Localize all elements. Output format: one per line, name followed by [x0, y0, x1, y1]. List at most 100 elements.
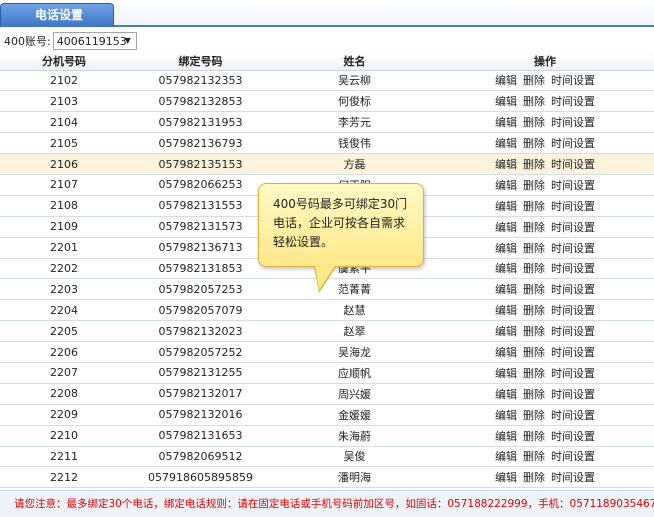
cell-name: 赵慧: [273, 299, 436, 322]
tab-phone-settings[interactable]: 电话设置: [0, 3, 114, 27]
cell-name: 吴云柳: [273, 70, 436, 92]
cell-name: 范菁菁: [273, 278, 436, 301]
time-settings-link[interactable]: 时间设置: [551, 221, 595, 234]
delete-link[interactable]: 删除: [523, 262, 545, 275]
account-select[interactable]: 4006119153 ▼: [52, 32, 137, 50]
delete-link[interactable]: 删除: [523, 367, 545, 380]
time-settings-link[interactable]: 时间设置: [551, 409, 595, 422]
delete-link[interactable]: 删除: [523, 471, 545, 484]
cell-name: 朱海蔚: [273, 425, 436, 447]
delete-link[interactable]: 删除: [523, 74, 545, 87]
edit-link[interactable]: 编辑: [495, 262, 517, 275]
tooltip-line-3: 轻松设置。: [273, 235, 334, 249]
cell-actions: 编辑 删除 时间设置: [436, 237, 654, 259]
edit-link[interactable]: 编辑: [495, 137, 517, 150]
delete-link[interactable]: 删除: [523, 158, 545, 171]
delete-link[interactable]: 删除: [523, 221, 545, 234]
time-settings-link[interactable]: 时间设置: [551, 116, 595, 129]
edit-link[interactable]: 编辑: [495, 242, 517, 255]
edit-link[interactable]: 编辑: [495, 346, 517, 359]
cell-actions: 编辑 删除 时间设置: [436, 278, 654, 301]
cell-bound-number: 057982132853: [128, 90, 273, 113]
edit-link[interactable]: 编辑: [495, 409, 517, 422]
cell-actions: 编辑 删除 时间设置: [436, 341, 654, 363]
delete-link[interactable]: 删除: [523, 430, 545, 443]
edit-link[interactable]: 编辑: [495, 74, 517, 87]
delete-link[interactable]: 删除: [523, 95, 545, 108]
cell-extension: 2108: [0, 195, 128, 217]
header-name: 姓名: [273, 52, 436, 71]
time-settings-link[interactable]: 时间设置: [551, 450, 595, 463]
time-settings-link[interactable]: 时间设置: [551, 367, 595, 380]
time-settings-link[interactable]: 时间设置: [551, 388, 595, 401]
time-settings-link[interactable]: 时间设置: [551, 200, 595, 213]
cell-actions: 编辑 删除 时间设置: [436, 362, 654, 384]
edit-link[interactable]: 编辑: [495, 283, 517, 296]
time-settings-link[interactable]: 时间设置: [551, 304, 595, 317]
table-row: 2104 057982131953 李芳元 编辑 删除 时间设置: [0, 111, 654, 134]
edit-link[interactable]: 编辑: [495, 388, 517, 401]
header-bound-number: 绑定号码: [128, 52, 273, 71]
cell-extension: 2211: [0, 446, 128, 468]
chevron-down-icon[interactable]: ▼: [122, 34, 134, 48]
time-settings-link[interactable]: 时间设置: [551, 95, 595, 108]
edit-link[interactable]: 编辑: [495, 367, 517, 380]
edit-link[interactable]: 编辑: [495, 471, 517, 484]
delete-link[interactable]: 删除: [523, 409, 545, 422]
delete-link[interactable]: 删除: [523, 283, 545, 296]
time-settings-link[interactable]: 时间设置: [551, 325, 595, 338]
time-settings-link[interactable]: 时间设置: [551, 158, 595, 171]
edit-link[interactable]: 编辑: [495, 221, 517, 234]
time-settings-link[interactable]: 时间设置: [551, 242, 595, 255]
delete-link[interactable]: 删除: [523, 304, 545, 317]
cell-bound-number: 057982136713: [128, 237, 273, 259]
table-row: 2206 057982057252 吴海龙 编辑 删除 时间设置: [0, 341, 654, 363]
time-settings-link[interactable]: 时间设置: [551, 471, 595, 484]
cell-bound-number: 057982057252: [128, 341, 273, 363]
cell-bound-number: 057982131255: [128, 362, 273, 384]
time-settings-link[interactable]: 时间设置: [551, 137, 595, 150]
edit-link[interactable]: 编辑: [495, 304, 517, 317]
cell-actions: 编辑 删除 时间设置: [436, 299, 654, 322]
edit-link[interactable]: 编辑: [495, 116, 517, 129]
edit-link[interactable]: 编辑: [495, 95, 517, 108]
account-filter: 400账号: 4006119153 ▼: [0, 30, 654, 52]
table-row: 2103 057982132853 何俊标 编辑 删除 时间设置: [0, 90, 654, 113]
cell-extension: 2206: [0, 341, 128, 363]
time-settings-link[interactable]: 时间设置: [551, 74, 595, 87]
cell-actions: 编辑 删除 时间设置: [436, 153, 654, 175]
cell-bound-number: 057982066253: [128, 174, 273, 196]
time-settings-link[interactable]: 时间设置: [551, 346, 595, 359]
edit-link[interactable]: 编辑: [495, 450, 517, 463]
time-settings-link[interactable]: 时间设置: [551, 283, 595, 296]
delete-link[interactable]: 删除: [523, 179, 545, 192]
delete-link[interactable]: 删除: [523, 450, 545, 463]
delete-link[interactable]: 删除: [523, 137, 545, 150]
cell-extension: 2103: [0, 90, 128, 113]
edit-link[interactable]: 编辑: [495, 158, 517, 171]
edit-link[interactable]: 编辑: [495, 325, 517, 338]
delete-link[interactable]: 删除: [523, 325, 545, 338]
time-settings-link[interactable]: 时间设置: [551, 262, 595, 275]
delete-link[interactable]: 删除: [523, 200, 545, 213]
cell-extension: 2107: [0, 174, 128, 196]
edit-link[interactable]: 编辑: [495, 200, 517, 213]
delete-link[interactable]: 删除: [523, 116, 545, 129]
cell-name: 潘明海: [273, 466, 436, 489]
cell-actions: 编辑 删除 时间设置: [436, 383, 654, 405]
table-row: 2209 057982132016 金媛媛 编辑 删除 时间设置: [0, 404, 654, 426]
cell-extension: 2203: [0, 278, 128, 301]
cell-actions: 编辑 删除 时间设置: [436, 404, 654, 426]
cell-bound-number: 057982057079: [128, 299, 273, 322]
edit-link[interactable]: 编辑: [495, 430, 517, 443]
time-settings-link[interactable]: 时间设置: [551, 430, 595, 443]
delete-link[interactable]: 删除: [523, 388, 545, 401]
delete-link[interactable]: 删除: [523, 346, 545, 359]
notice-bar: 请您注意：最多绑定30个电话，绑定电话规则：请在固定电话或手机号码前加区号，如固…: [0, 490, 654, 517]
cell-bound-number: 057918605895859: [128, 466, 273, 489]
edit-link[interactable]: 编辑: [495, 179, 517, 192]
tooltip-line-1: 400号码最多可绑定30门: [273, 197, 408, 211]
cell-actions: 编辑 删除 时间设置: [436, 320, 654, 343]
time-settings-link[interactable]: 时间设置: [551, 179, 595, 192]
delete-link[interactable]: 删除: [523, 242, 545, 255]
